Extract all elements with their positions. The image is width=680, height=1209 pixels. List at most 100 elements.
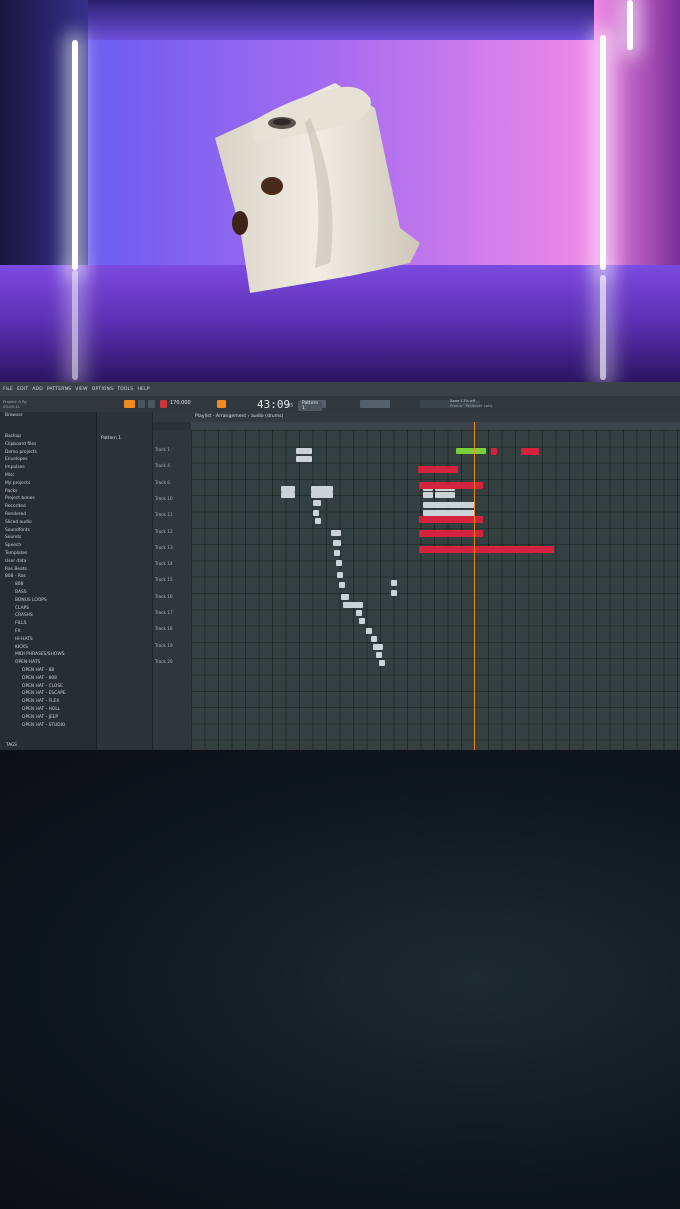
track-label[interactable]: Track 15 — [155, 577, 173, 582]
browser-item[interactable]: 808 - Ras — [5, 574, 26, 579]
audio-clip[interactable] — [366, 628, 372, 634]
audio-clip[interactable] — [334, 550, 340, 556]
audio-clip[interactable] — [373, 644, 383, 650]
browser-item[interactable]: OPEN HAT - CLOSE — [22, 684, 63, 689]
audio-clip[interactable] — [296, 456, 312, 462]
browser-item[interactable]: MIDI PHRASES/SHOWS — [15, 652, 64, 657]
track-label[interactable]: Track 16 — [155, 594, 173, 599]
audio-clip[interactable] — [359, 618, 365, 624]
browser-item[interactable]: OPEN HAT - 88 — [22, 668, 54, 673]
menu-help[interactable]: HELP — [137, 387, 149, 392]
audio-clip[interactable] — [376, 652, 382, 658]
audio-clip[interactable] — [339, 582, 345, 588]
audio-clip[interactable] — [391, 590, 397, 596]
audio-clip[interactable] — [391, 580, 397, 586]
browser-item[interactable]: HI-HATS — [15, 637, 33, 642]
browser-item[interactable]: Demo projects — [5, 450, 37, 455]
green-audio-clip[interactable] — [456, 448, 486, 454]
menu-options[interactable]: OPTIONS — [92, 387, 114, 392]
browser-item[interactable]: CLAPS — [15, 606, 29, 611]
browser-item[interactable]: OPEN HAT - JEEP — [22, 715, 58, 720]
red-audio-clip[interactable] — [419, 546, 554, 553]
browser-item[interactable]: FX — [15, 629, 21, 634]
track-label[interactable]: Track 1 — [155, 447, 170, 452]
browser-item[interactable]: Impulses — [5, 465, 25, 470]
browser-item[interactable]: Soundfonts — [5, 528, 30, 533]
browser-item[interactable]: Packs — [5, 489, 17, 494]
browser-item[interactable]: Sounds — [5, 535, 21, 540]
track-label[interactable]: Track 13 — [155, 545, 173, 550]
audio-clip[interactable] — [296, 448, 312, 454]
audio-clip[interactable] — [313, 500, 321, 506]
browser-item[interactable]: Templates — [5, 551, 27, 556]
track-label[interactable]: Track 12 — [155, 529, 173, 534]
browser-item[interactable]: Backup — [5, 434, 21, 439]
browser-item[interactable]: OPEN HAT - FLEX — [22, 699, 59, 704]
track-label[interactable]: Track 11 — [155, 512, 173, 517]
track-label[interactable]: Track 17 — [155, 610, 173, 615]
browser-item[interactable]: Recorded — [5, 504, 26, 509]
browser-item[interactable]: Rendered — [5, 512, 26, 517]
browser-item[interactable]: Misc — [5, 473, 15, 478]
tempo-display[interactable]: 170.000 — [170, 400, 191, 406]
browser-search[interactable]: TAGS — [6, 742, 17, 747]
pattern-selector[interactable]: Pattern 1 — [298, 401, 323, 411]
browser-item[interactable]: User data — [5, 559, 26, 564]
track-label[interactable]: Track 20 — [155, 659, 173, 664]
timeline-ruler[interactable] — [191, 422, 680, 430]
browser-item[interactable]: BONUS LOOPS — [15, 598, 47, 603]
menu-file[interactable]: FILE — [3, 387, 13, 392]
playhead[interactable] — [474, 422, 475, 750]
audio-clip[interactable] — [336, 560, 342, 566]
track-label[interactable]: Track 4 — [155, 463, 170, 468]
browser-item[interactable]: OPEN HAT - STUDIO — [22, 723, 65, 728]
browser-item[interactable]: My projects — [5, 481, 30, 486]
menu-edit[interactable]: EDIT — [17, 387, 28, 392]
red-audio-clip[interactable] — [491, 448, 497, 455]
stop-button[interactable] — [148, 400, 155, 408]
browser-item[interactable]: KICKS — [15, 645, 28, 650]
browser-item[interactable]: CRASHS — [15, 613, 33, 618]
track-label[interactable]: Track 14 — [155, 561, 173, 566]
audio-clip[interactable] — [343, 602, 363, 608]
audio-clip[interactable] — [311, 492, 333, 498]
play-button[interactable] — [138, 400, 145, 408]
menu-view[interactable]: VIEW — [75, 387, 88, 392]
pattern-list-item[interactable]: Pattern 1 — [101, 436, 121, 441]
browser-item[interactable]: Project bones — [5, 496, 35, 501]
track-label[interactable]: Track 18 — [155, 626, 173, 631]
audio-clip[interactable] — [356, 610, 362, 616]
browser-item[interactable]: Clipboard files — [5, 442, 36, 447]
audio-clip[interactable] — [331, 530, 341, 536]
audio-clip[interactable] — [315, 518, 321, 524]
audio-clip[interactable] — [371, 636, 377, 642]
track-label[interactable]: Track 10 — [155, 496, 173, 501]
menu-add[interactable]: ADD — [32, 387, 43, 392]
pattern-song-toggle[interactable] — [124, 400, 135, 408]
browser-item[interactable]: Envelopes — [5, 457, 28, 462]
browser-item[interactable]: OPEN HAT - ESCAPE — [22, 691, 66, 696]
browser-item[interactable]: OPEN HAT - 808 — [22, 676, 57, 681]
audio-clip[interactable] — [423, 502, 475, 508]
audio-clip[interactable] — [423, 492, 433, 498]
track-label[interactable]: Track 19 — [155, 643, 173, 648]
browser-item[interactable]: Ras Beats — [5, 567, 27, 572]
menu-tools[interactable]: TOOLS — [117, 387, 133, 392]
news-panel[interactable]: Save 17% off Promo · Producer Labs — [450, 398, 510, 410]
browser-item[interactable]: Speech — [5, 543, 21, 548]
record-button[interactable] — [160, 400, 167, 408]
audio-clip[interactable] — [379, 660, 385, 666]
playlist-grid[interactable] — [191, 430, 680, 750]
browser-item[interactable]: 808 — [15, 582, 23, 587]
audio-clip[interactable] — [333, 540, 341, 546]
track-label[interactable]: Track 6 — [155, 480, 170, 485]
audio-clip[interactable] — [281, 492, 295, 498]
audio-clip[interactable] — [341, 594, 349, 600]
audio-clip[interactable] — [337, 572, 343, 578]
menu-patterns[interactable]: PATTERNS — [47, 387, 71, 392]
audio-clip[interactable] — [313, 510, 319, 516]
red-audio-clip[interactable] — [418, 466, 458, 473]
browser-item[interactable]: BASS — [15, 590, 27, 595]
browser-item[interactable]: FILLS — [15, 621, 27, 626]
browser-item[interactable]: OPEN-HATS — [15, 660, 40, 665]
